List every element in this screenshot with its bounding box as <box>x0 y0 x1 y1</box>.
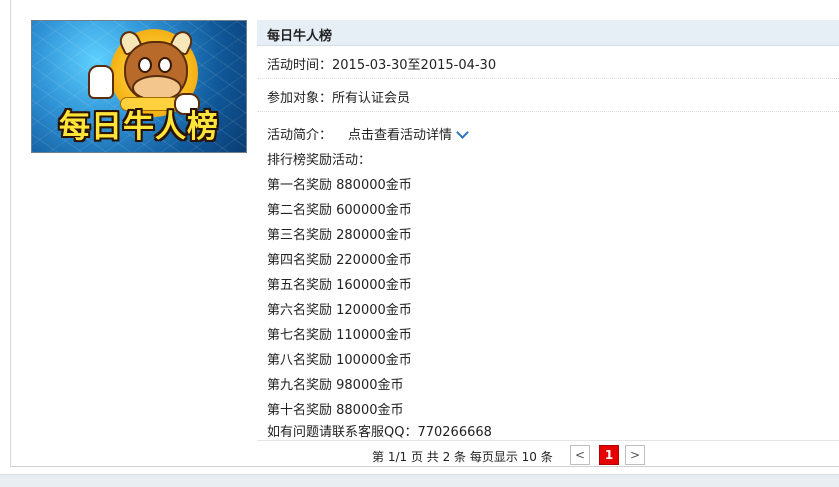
event-time: 活动时间：2015-03-30至2015-04-30 <box>267 58 497 73</box>
details-link[interactable]: 点击查看活动详情 <box>348 126 469 143</box>
intro-label: 活动简介： <box>267 128 333 143</box>
event-audience: 参加对象：所有认证会员 <box>267 91 411 106</box>
reward-item: 第七名奖励 110000金币 <box>267 328 412 343</box>
pagination-info: 第 1/1 页 共 2 条 每页显示 10 条 <box>372 450 553 464</box>
reward-item: 第三名奖励 280000金币 <box>267 228 412 243</box>
reward-heading: 排行榜奖励活动： <box>267 153 372 168</box>
reward-item: 第九名奖励 98000金币 <box>267 378 404 393</box>
reward-item: 第六名奖励 120000金币 <box>267 303 412 318</box>
bull-eye-right <box>158 57 172 73</box>
next-page-button[interactable]: > <box>625 445 645 465</box>
event-time-row: 活动时间：2015-03-30至2015-04-30 <box>257 46 839 79</box>
reward-item: 第八名奖励 100000金币 <box>267 353 412 368</box>
event-audience-row: 参加对象：所有认证会员 <box>257 79 839 112</box>
prev-page-button[interactable]: < <box>570 445 590 465</box>
banner-title: 每日牛人榜 <box>59 109 219 145</box>
panel-header: 每日牛人榜 <box>257 20 839 46</box>
bottom-strip <box>0 474 839 487</box>
reward-item: 第十名奖励 88000金币 <box>267 403 404 418</box>
contact-qq: 如有问题请联系客服QQ：770266668 <box>267 425 492 440</box>
reward-item: 第一名奖励 880000金币 <box>267 178 412 193</box>
event-banner[interactable]: 每日牛人榜 <box>31 20 247 153</box>
bull-eye-left <box>138 57 152 73</box>
chevron-down-icon <box>456 126 469 139</box>
pager-divider <box>257 440 839 441</box>
reward-item: 第二名奖励 600000金币 <box>267 203 412 218</box>
reward-list: 排行榜奖励活动： 第一名奖励 880000金币 第二名奖励 600000金币 第… <box>267 152 827 446</box>
reward-item: 第五名奖励 160000金币 <box>267 278 412 293</box>
page-title: 每日牛人榜 <box>267 29 333 44</box>
thumbs-up-icon <box>88 65 114 99</box>
reward-item: 第四名奖励 220000金币 <box>267 253 412 268</box>
details-link-label: 点击查看活动详情 <box>348 128 453 143</box>
current-page-button[interactable]: 1 <box>599 445 619 465</box>
event-intro: 活动简介： 点击查看活动详情 <box>267 124 469 143</box>
